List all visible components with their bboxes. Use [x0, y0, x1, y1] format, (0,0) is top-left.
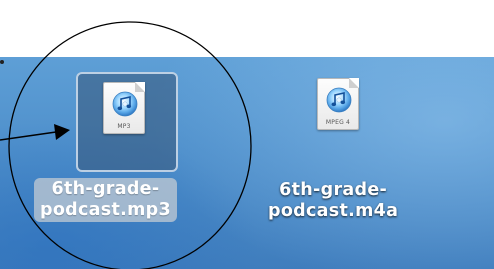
- file-type-badge: MPEG 4: [325, 119, 351, 126]
- itunes-audio-document-icon[interactable]: MPEG 4: [317, 78, 359, 130]
- file-name-line2: podcast.m4a: [268, 201, 399, 221]
- screenshot-stage: MP3 6th-grade- podcast.mp3 MPEG 4 6th-gr…: [0, 0, 494, 269]
- itunes-note-icon: [326, 87, 352, 113]
- desktop-file-m4a[interactable]: MPEG 4 6th-grade- podcast.m4a: [0, 0, 494, 269]
- file-name-label[interactable]: 6th-grade- podcast.m4a: [268, 180, 398, 222]
- file-name-line1: 6th-grade-: [279, 180, 388, 200]
